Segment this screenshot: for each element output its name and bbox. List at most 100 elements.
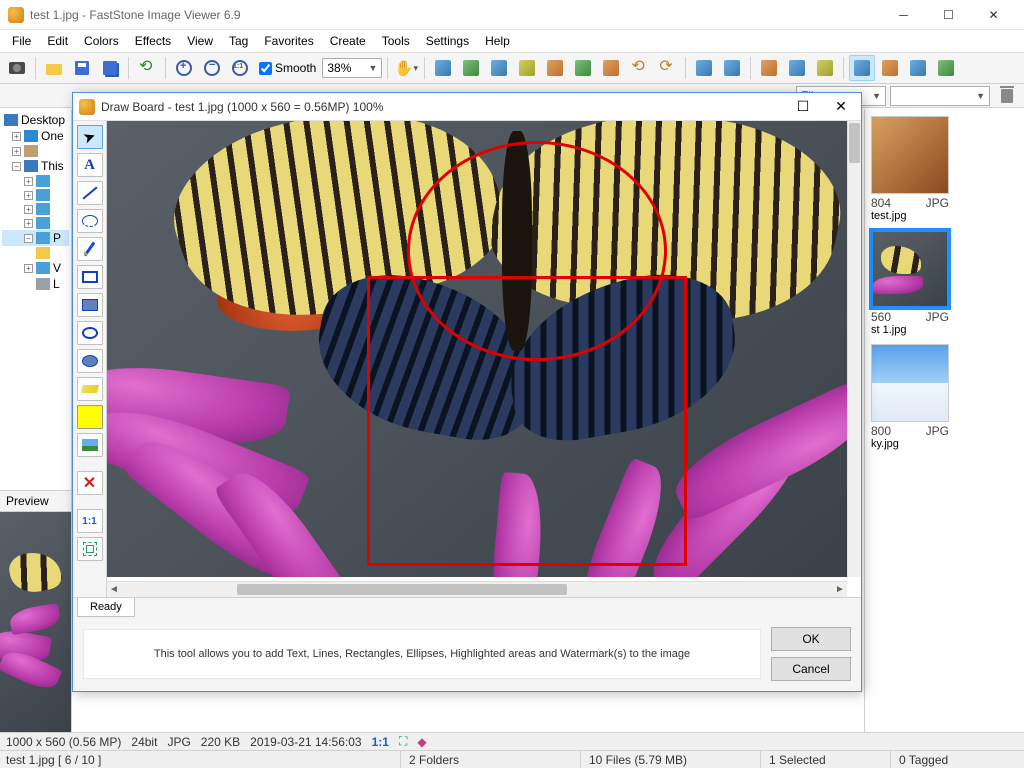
expander-icon[interactable]: + <box>24 219 33 228</box>
tool-lasso[interactable] <box>77 209 103 233</box>
tool-c[interactable] <box>486 55 512 81</box>
dialog-tab-ready[interactable]: Ready <box>77 598 135 617</box>
menu-effects[interactable]: Effects <box>127 32 179 50</box>
thumb-item[interactable]: 800JPG ky.jpg <box>871 344 1018 450</box>
smooth-check-input[interactable] <box>259 62 272 75</box>
minimize-button[interactable]: ─ <box>881 0 926 30</box>
email-button[interactable] <box>812 55 838 81</box>
tool-ellipse[interactable] <box>77 321 103 345</box>
tree-item[interactable]: + <box>2 188 69 202</box>
tree-item[interactable]: +V <box>2 260 69 276</box>
tree-item[interactable]: + <box>2 174 69 188</box>
open-button[interactable] <box>41 55 67 81</box>
smooth-checkbox[interactable]: Smooth <box>259 61 316 75</box>
tree-item[interactable]: L <box>2 276 69 292</box>
saveall-button[interactable] <box>97 55 123 81</box>
tool-g[interactable] <box>598 55 624 81</box>
scroll-left-icon[interactable]: ◄ <box>107 584 121 595</box>
draw-canvas[interactable] <box>107 121 847 577</box>
maximize-button[interactable]: ☐ <box>926 0 971 30</box>
tool-e[interactable] <box>542 55 568 81</box>
menu-colors[interactable]: Colors <box>76 32 127 50</box>
tool-watermark[interactable] <box>77 433 103 457</box>
tool-rect[interactable] <box>77 265 103 289</box>
close-button[interactable]: ✕ <box>971 0 1016 30</box>
tree-item-selected[interactable]: −P <box>2 230 69 246</box>
tool-ellipse-filled[interactable] <box>77 349 103 373</box>
menu-view[interactable]: View <box>179 32 221 50</box>
undo-button[interactable]: ⟲ <box>134 55 160 81</box>
save-button[interactable] <box>69 55 95 81</box>
expander-icon[interactable]: + <box>24 205 33 214</box>
view-thumbs[interactable] <box>849 55 875 81</box>
view-detail[interactable] <box>905 55 931 81</box>
tool-text[interactable]: A <box>77 153 103 177</box>
menu-tag[interactable]: Tag <box>221 32 256 50</box>
expander-icon[interactable]: − <box>12 162 21 171</box>
tool-pencil[interactable] <box>77 237 103 261</box>
filter-box[interactable]: ▼ <box>890 86 990 106</box>
tree-item[interactable]: + <box>2 202 69 216</box>
tool-zoom-fit[interactable] <box>77 537 103 561</box>
acquire-button[interactable] <box>4 55 30 81</box>
ok-button[interactable]: OK <box>771 627 851 651</box>
tree-item[interactable] <box>2 246 69 260</box>
tool-line[interactable] <box>77 181 103 205</box>
dialog-close[interactable]: ✕ <box>827 96 855 118</box>
rotate-r[interactable]: ⟳ <box>654 55 680 81</box>
tool-zoom-11[interactable]: 1:1 <box>77 509 103 533</box>
tool-a[interactable] <box>430 55 456 81</box>
folder-tree[interactable]: Desktop +One + −This + + + + −P +V L <box>0 110 71 490</box>
scrollbar-horizontal[interactable]: ◄ ► <box>107 581 847 597</box>
scan-button[interactable] <box>756 55 782 81</box>
zoomin-button[interactable] <box>171 55 197 81</box>
rotate-l[interactable]: ⟲ <box>626 55 652 81</box>
scroll-thumb[interactable] <box>237 584 567 595</box>
scrollbar-vertical[interactable] <box>847 121 861 577</box>
scroll-thumb[interactable] <box>849 123 860 163</box>
tool-cursor[interactable]: ➤ <box>77 125 103 149</box>
tree-desktop[interactable]: Desktop <box>2 112 69 128</box>
zoomout-button[interactable] <box>199 55 225 81</box>
tool-h[interactable] <box>691 55 717 81</box>
expander-icon[interactable]: + <box>12 147 21 156</box>
dialog-titlebar[interactable]: Draw Board - test 1.jpg (1000 x 560 = 0.… <box>73 93 861 121</box>
view-list[interactable] <box>877 55 903 81</box>
cancel-button[interactable]: Cancel <box>771 657 851 681</box>
menu-help[interactable]: Help <box>477 32 518 50</box>
tool-color[interactable] <box>77 405 103 429</box>
dialog-maximize[interactable]: ☐ <box>789 96 817 118</box>
print-button[interactable] <box>784 55 810 81</box>
tool-b[interactable] <box>458 55 484 81</box>
expander-icon[interactable]: + <box>24 191 33 200</box>
expander-icon[interactable]: + <box>24 177 33 186</box>
scroll-right-icon[interactable]: ► <box>833 584 847 595</box>
tool-rect-filled[interactable] <box>77 293 103 317</box>
tree-item[interactable]: + <box>2 216 69 230</box>
thumb-item[interactable]: 804JPG test.jpg <box>871 116 1018 222</box>
delete-button[interactable] <box>994 83 1020 109</box>
fullscreen-button[interactable] <box>933 55 959 81</box>
tool-i[interactable] <box>719 55 745 81</box>
menu-settings[interactable]: Settings <box>418 32 477 50</box>
zoomactual-button[interactable] <box>227 55 253 81</box>
expander-icon[interactable]: + <box>12 132 21 141</box>
zoom-select[interactable]: 38%▼ <box>322 58 382 78</box>
tree-onedrive[interactable]: +One <box>2 128 69 144</box>
pan-button[interactable]: ✋▾ <box>393 55 419 81</box>
tool-clear[interactable]: ✕ <box>77 471 103 495</box>
menu-file[interactable]: File <box>4 32 39 50</box>
tree-thispc[interactable]: −This <box>2 158 69 174</box>
tool-highlight[interactable] <box>77 377 103 401</box>
tool-f[interactable] <box>570 55 596 81</box>
expander-icon[interactable]: + <box>24 264 33 273</box>
thumb-item-selected[interactable]: 560JPG st 1.jpg <box>871 230 1018 336</box>
menu-edit[interactable]: Edit <box>39 32 76 50</box>
expander-icon[interactable]: − <box>24 234 33 243</box>
tool-d[interactable] <box>514 55 540 81</box>
menu-create[interactable]: Create <box>322 32 374 50</box>
tree-user[interactable]: + <box>2 144 69 158</box>
menu-tools[interactable]: Tools <box>374 32 418 50</box>
annotation-rectangle[interactable] <box>367 276 687 566</box>
menu-favorites[interactable]: Favorites <box>256 32 321 50</box>
